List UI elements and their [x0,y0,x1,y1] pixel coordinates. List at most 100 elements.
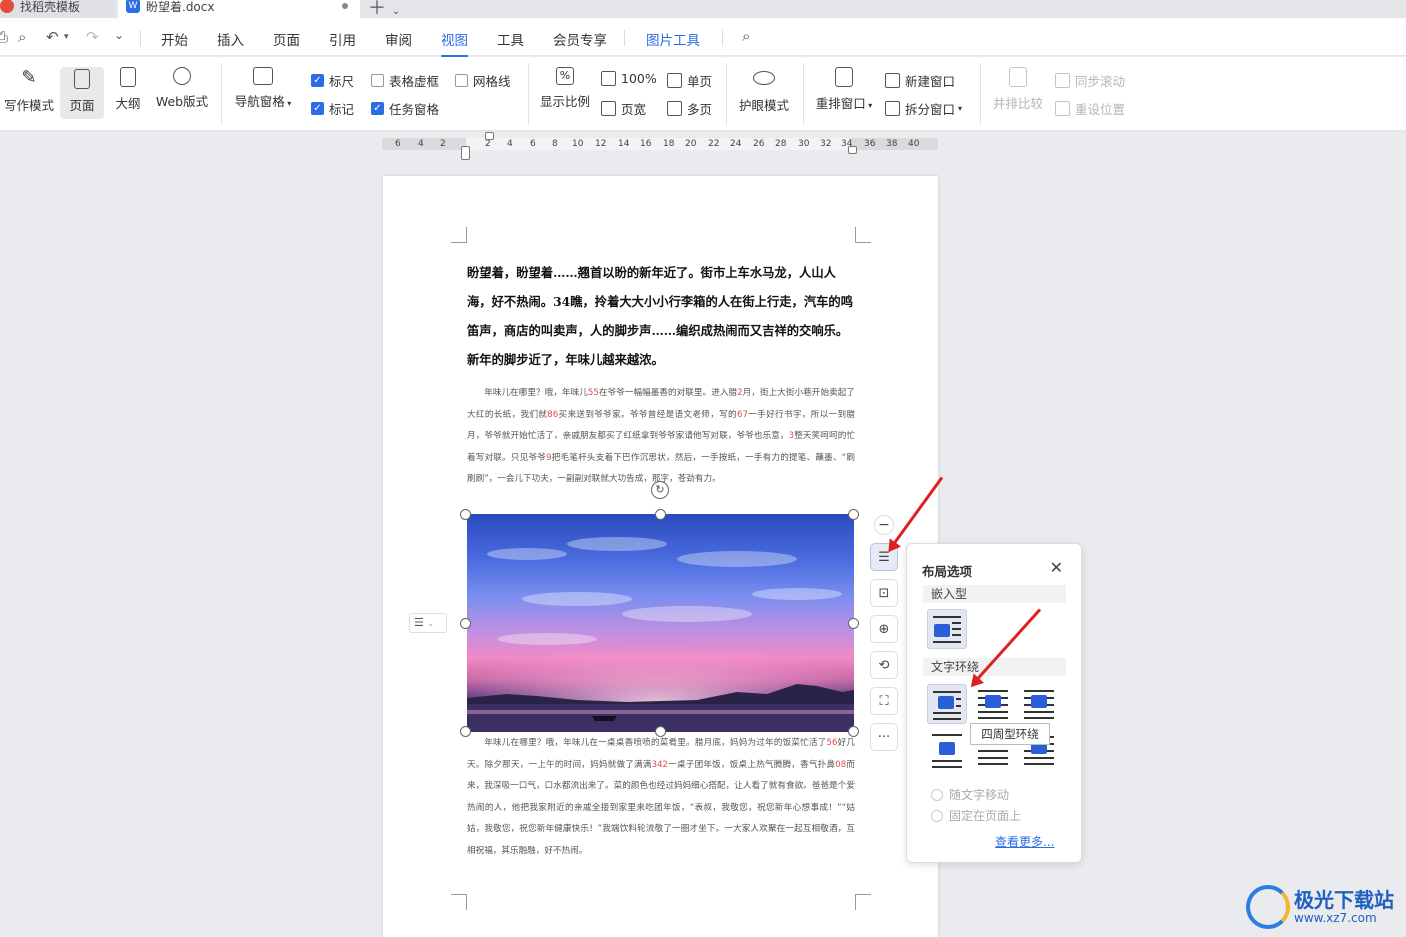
document-heading[interactable]: 盼望着，盼望着……翘首以盼的新年近了。街市上车水马龙，人山人海，好不热闹。34瞧… [467,258,857,374]
undo-dropdown-icon[interactable]: ▾ [64,32,69,42]
unchecked-icon [371,74,384,87]
layout-options-panel: 布局选项 ✕ 嵌入型 文字环绕 随文字移动 固定在页面上 查看更多... [906,543,1082,863]
resize-handle-se[interactable] [848,726,859,737]
resize-handle-ne[interactable] [848,509,859,520]
tight-wrap-option[interactable] [973,684,1013,724]
menu-references[interactable]: 引用 [329,29,356,49]
inline-wrap-option[interactable] [927,609,967,649]
right-indent-marker[interactable] [848,146,857,154]
one-to-one-icon [601,71,616,86]
rotate-handle-icon[interactable]: ↻ [651,481,669,499]
ruler-tick: 40 [908,139,920,149]
side-by-side-button[interactable]: 并排比较 [990,67,1046,112]
menu-member[interactable]: 会员专享 [553,29,607,49]
outline-icon [120,67,136,87]
side-by-side-icon [1009,67,1027,87]
menu-insert[interactable]: 插入 [217,29,244,49]
nav-pane-button[interactable]: 导航窗格 ▾ [230,67,296,110]
close-icon[interactable]: ✕ [1050,558,1063,577]
menu-tools[interactable]: 工具 [497,29,524,49]
web-layout-label: Web版式 [155,94,209,109]
resize-handle-s[interactable] [655,726,666,737]
ruler-tick: 24 [730,139,742,149]
ruler-tick: 4 [507,139,513,149]
new-tab-button[interactable]: ＋ ⌄ [368,0,400,20]
print-icon[interactable]: ⌕ [18,28,26,46]
divider [528,63,529,125]
page-width-button[interactable]: 页宽 [601,99,646,118]
ruler-tick: 6 [530,139,536,149]
tab-document[interactable]: W 盼望着.docx [118,0,360,18]
search-icon[interactable]: ⌕ [742,27,750,45]
through-wrap-option[interactable] [1019,684,1059,724]
highlighted-number: 56 [826,738,838,748]
zoom-button[interactable]: % 显示比例 [538,67,592,110]
rearrange-window-button[interactable]: 重排窗口 ▾ [812,67,876,112]
resize-handle-w[interactable] [460,618,471,629]
rotate-image-icon[interactable]: ⟲ [870,651,898,679]
square-wrap-option[interactable] [927,684,967,724]
sunset-image[interactable] [467,514,854,732]
menu-home[interactable]: 开始 [161,29,188,49]
nav-pane-icon [253,67,273,85]
ruler-tick: 22 [708,139,720,149]
body-paragraph-1[interactable]: 年味儿在哪里？哦，年味儿55在爷爷一幅幅墨香的对联里。进入腊2月，街上大街小巷开… [467,383,855,491]
menu-view[interactable]: 视图 [441,29,468,57]
ruler-checkbox[interactable]: ✓ 标尺 [311,71,354,90]
wrap-tooltip: 四周型环绕 [970,723,1050,745]
move-with-text-radio[interactable]: 随文字移动 [931,786,1009,803]
zoom-100-button[interactable]: 100% [601,71,657,86]
pen-icon: ✎ [21,67,37,88]
see-more-link[interactable]: 查看更多... [995,833,1054,850]
ruler-tick: 32 [820,139,832,149]
crop-icon[interactable]: ⊡ [870,579,898,607]
outline-button[interactable]: 大纲 [112,67,144,112]
multi-page-button[interactable]: 多页 [667,99,712,118]
table-gridlines-checkbox[interactable]: 表格虚框 [371,71,439,90]
sync-scroll-button[interactable]: 同步滚动 [1055,71,1125,90]
menu-review[interactable]: 审阅 [385,29,412,49]
zoom-in-icon[interactable]: ⊕ [870,615,898,643]
ruler-tick: 38 [886,139,898,149]
resize-handle-sw[interactable] [460,726,471,737]
single-page-button[interactable]: 单页 [667,71,712,90]
highlighted-number: 55 [587,388,599,398]
document-page[interactable]: 盼望着，盼望着……翘首以盼的新年近了。街市上车水马龙，人山人海，好不热闹。34瞧… [383,176,938,937]
page-icon [74,69,90,89]
text-run: 而来，我深吸一口气，口水都流出来了。菜的颜色也经过妈妈细心搭配，让人看了就有食欲… [467,759,855,856]
sync-scroll-icon [1055,73,1070,88]
task-pane-checkbox[interactable]: ✓ 任务窗格 [371,99,439,118]
more-options-icon[interactable]: ··· [870,723,898,751]
reset-position-button[interactable]: 重设位置 [1055,99,1125,118]
fix-on-page-radio[interactable]: 固定在页面上 [931,807,1021,824]
tab-template[interactable]: 找稻壳模板 [0,0,114,18]
new-window-button[interactable]: 新建窗口 [885,71,955,90]
menu-page[interactable]: 页面 [273,29,300,49]
split-window-icon [885,101,900,116]
menu-picture-tools[interactable]: 图片工具 [646,29,700,49]
extract-text-icon[interactable]: ⛶ [870,687,898,715]
redo-icon[interactable]: ↷ [86,28,99,46]
text-run: 年味儿在哪里？哦，年味儿 [484,388,588,398]
gridlines-checkbox[interactable]: 网格线 [455,71,511,90]
undo-icon[interactable]: ↶ [46,28,59,46]
resize-handle-nw[interactable] [460,509,471,520]
anchor-layout-button[interactable]: ☰ ⌄ [409,613,447,633]
docer-logo-icon [0,0,14,13]
eye-care-button[interactable]: 护眼模式 [736,67,792,114]
writing-mode-button[interactable]: ✎ 写作模式 [4,67,54,114]
resize-handle-e[interactable] [848,618,859,629]
left-indent-marker[interactable] [461,146,470,160]
collapse-icon[interactable]: − [874,515,894,535]
ribbon-view: ✎ 写作模式 页面 大纲 Web版式 导航窗格 ▾ ✓ 标尺 表格虚框 网格线 ✓… [0,57,1406,131]
resize-handle-n[interactable] [655,509,666,520]
first-line-indent-marker[interactable] [485,132,494,140]
more-dropdown-icon[interactable]: ⌄ [114,28,124,42]
marks-checkbox[interactable]: ✓ 标记 [311,99,354,118]
top-bottom-wrap-option[interactable] [927,730,967,770]
page-view-button[interactable]: 页面 [60,67,104,119]
print-preview-icon[interactable]: ⎙ [0,28,8,46]
split-window-button[interactable]: 拆分窗口 ▾ [885,99,962,118]
web-layout-button[interactable]: Web版式 [152,67,212,110]
body-paragraph-2[interactable]: 年味儿在哪里？哦，年味儿在一桌桌香喷喷的菜肴里。腊月底，妈妈为过年的饭菜忙活了5… [467,733,855,863]
